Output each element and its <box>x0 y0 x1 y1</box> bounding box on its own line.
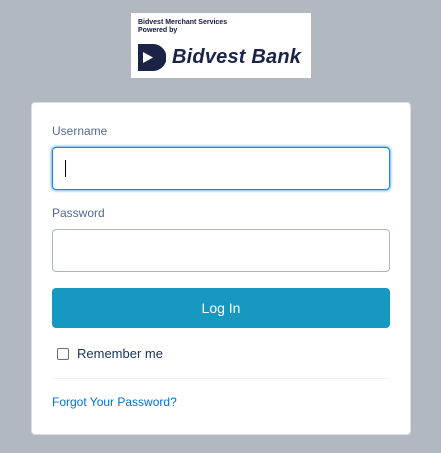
remember-me-label[interactable]: Remember me <box>77 346 163 361</box>
logo-powered-by: Powered by <box>138 27 178 34</box>
login-button[interactable]: Log In <box>52 288 390 328</box>
divider <box>52 378 390 379</box>
password-label: Password <box>52 206 105 220</box>
login-card: Username Password Log In Remember me For… <box>31 102 411 435</box>
text-caret <box>65 160 66 177</box>
remember-me-checkbox[interactable] <box>57 348 69 360</box>
logo-wordmark: Bidvest Bank <box>172 46 302 68</box>
logo-tagline: Bidvest Merchant Services <box>138 19 228 26</box>
username-label: Username <box>52 124 108 138</box>
bidvest-logo-mark-icon <box>138 44 166 71</box>
password-input[interactable] <box>52 229 390 272</box>
username-input[interactable] <box>52 147 390 190</box>
bidvest-logo: Bidvest Merchant Services Powered by Bid… <box>131 13 311 78</box>
forgot-password-link[interactable]: Forgot Your Password? <box>52 395 177 409</box>
